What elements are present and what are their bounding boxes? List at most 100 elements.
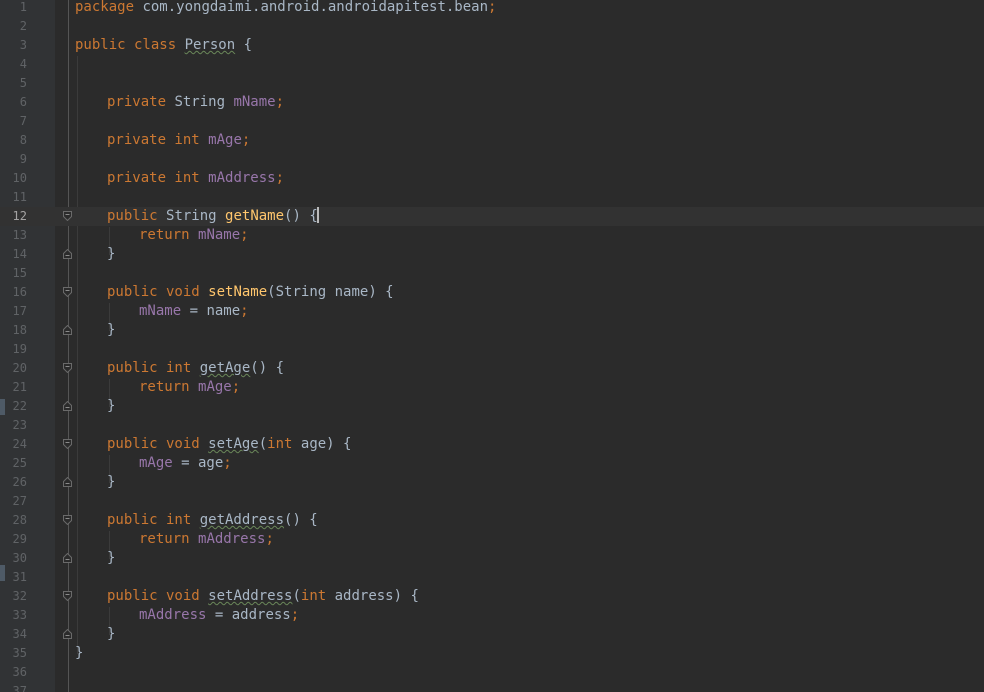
code-line[interactable]: 29 return mAddress; <box>0 530 984 549</box>
fold-end-icon[interactable] <box>63 249 72 259</box>
code-line[interactable]: 19 <box>0 340 984 359</box>
line-number[interactable]: 4 <box>0 55 27 74</box>
code-text[interactable]: public class Person { <box>75 36 252 55</box>
code-line[interactable]: 17 mName = name; <box>0 302 984 321</box>
fold-collapse-icon[interactable] <box>63 211 72 221</box>
line-number[interactable]: 36 <box>0 663 27 682</box>
line-number[interactable]: 30 <box>0 549 27 568</box>
code-text[interactable]: mAge = age; <box>139 454 232 473</box>
line-number[interactable]: 18 <box>0 321 27 340</box>
fold-end-icon[interactable] <box>63 477 72 487</box>
line-number[interactable]: 8 <box>0 131 27 150</box>
code-line[interactable]: 3 public class Person { <box>0 36 984 55</box>
code-line[interactable]: 30} <box>0 549 984 568</box>
code-text[interactable]: return mName; <box>139 226 249 245</box>
code-line[interactable]: 28 public int getAddress() { <box>0 511 984 530</box>
code-line[interactable]: 24 public void setAge(int age) { <box>0 435 984 454</box>
code-line[interactable]: 15 <box>0 264 984 283</box>
line-number[interactable]: 16 <box>0 283 27 302</box>
code-line[interactable]: 9 <box>0 150 984 169</box>
code-line[interactable]: 7 <box>0 112 984 131</box>
code-line[interactable]: 12 public String getName() { <box>0 207 984 226</box>
line-number[interactable]: 12 <box>0 207 27 226</box>
code-text[interactable]: } <box>107 321 115 340</box>
line-number[interactable]: 13 <box>0 226 27 245</box>
code-line[interactable]: 6 private String mName; <box>0 93 984 112</box>
code-text[interactable]: } <box>107 397 115 416</box>
code-line[interactable]: 8 private int mAge; <box>0 131 984 150</box>
code-line[interactable]: 11 <box>0 188 984 207</box>
code-text[interactable]: private int mAge; <box>107 131 250 150</box>
code-line[interactable]: 16 public void setName(String name) { <box>0 283 984 302</box>
code-text[interactable]: public void setAge(int age) { <box>107 435 351 454</box>
line-number[interactable]: 34 <box>0 625 27 644</box>
code-text[interactable]: mAddress = address; <box>139 606 299 625</box>
code-text[interactable]: public String getName() { <box>107 207 319 226</box>
code-line[interactable]: 27 <box>0 492 984 511</box>
code-text[interactable]: mName = name; <box>139 302 249 321</box>
line-number[interactable]: 21 <box>0 378 27 397</box>
line-number[interactable]: 11 <box>0 188 27 207</box>
code-text[interactable]: public int getAddress() { <box>107 511 318 530</box>
line-number[interactable]: 19 <box>0 340 27 359</box>
line-number[interactable]: 32 <box>0 587 27 606</box>
line-number[interactable]: 33 <box>0 606 27 625</box>
code-line[interactable]: 18} <box>0 321 984 340</box>
code-line[interactable]: 36 <box>0 663 984 682</box>
code-text[interactable]: public void setName(String name) { <box>107 283 394 302</box>
code-line[interactable]: 31 <box>0 568 984 587</box>
line-number[interactable]: 15 <box>0 264 27 283</box>
fold-collapse-icon[interactable] <box>63 439 72 449</box>
line-number[interactable]: 10 <box>0 169 27 188</box>
code-line[interactable]: 37 <box>0 682 984 692</box>
code-line[interactable]: 1 package com.yongdaimi.android.androidap… <box>0 0 984 17</box>
code-line[interactable]: 2 <box>0 17 984 36</box>
code-text[interactable]: return mAge; <box>139 378 240 397</box>
line-number[interactable]: 25 <box>0 454 27 473</box>
line-number[interactable]: 37 <box>0 682 27 692</box>
code-line[interactable]: 23 <box>0 416 984 435</box>
fold-end-icon[interactable] <box>63 553 72 563</box>
line-number[interactable]: 7 <box>0 112 27 131</box>
line-number[interactable]: 29 <box>0 530 27 549</box>
line-number[interactable]: 2 <box>0 17 27 36</box>
code-line[interactable]: 21 return mAge; <box>0 378 984 397</box>
fold-end-icon[interactable] <box>63 401 72 411</box>
line-number[interactable]: 27 <box>0 492 27 511</box>
code-line[interactable]: 22} <box>0 397 984 416</box>
code-text[interactable]: } <box>107 245 115 264</box>
code-text[interactable]: package com.yongdaimi.android.androidapi… <box>75 0 496 17</box>
line-number[interactable]: 17 <box>0 302 27 321</box>
line-number[interactable]: 14 <box>0 245 27 264</box>
line-number[interactable]: 31 <box>0 568 27 587</box>
line-number[interactable]: 9 <box>0 150 27 169</box>
code-line[interactable]: 25 mAge = age; <box>0 454 984 473</box>
code-line[interactable]: 20 public int getAge() { <box>0 359 984 378</box>
fold-collapse-icon[interactable] <box>63 591 72 601</box>
line-number[interactable]: 23 <box>0 416 27 435</box>
line-number[interactable]: 24 <box>0 435 27 454</box>
fold-end-icon[interactable] <box>63 629 72 639</box>
fold-end-icon[interactable] <box>63 325 72 335</box>
line-number[interactable]: 28 <box>0 511 27 530</box>
code-text[interactable]: } <box>75 644 83 663</box>
code-line[interactable]: 35} <box>0 644 984 663</box>
code-line[interactable]: 5 <box>0 74 984 93</box>
line-number[interactable]: 3 <box>0 36 27 55</box>
code-line[interactable]: 10 private int mAddress; <box>0 169 984 188</box>
fold-collapse-icon[interactable] <box>63 287 72 297</box>
code-line[interactable]: 34} <box>0 625 984 644</box>
line-number[interactable]: 20 <box>0 359 27 378</box>
code-text[interactable]: private int mAddress; <box>107 169 284 188</box>
code-text[interactable]: } <box>107 549 115 568</box>
code-text[interactable]: public int getAge() { <box>107 359 284 378</box>
code-editor[interactable]: 1 package com.yongdaimi.android.androidap… <box>0 0 984 692</box>
line-number[interactable]: 26 <box>0 473 27 492</box>
code-text[interactable]: return mAddress; <box>139 530 274 549</box>
line-number[interactable]: 5 <box>0 74 27 93</box>
code-text[interactable]: public void setAddress(int address) { <box>107 587 419 606</box>
line-number[interactable]: 6 <box>0 93 27 112</box>
line-number[interactable]: 1 <box>0 0 27 17</box>
line-number[interactable]: 22 <box>0 397 27 416</box>
code-text[interactable]: private String mName; <box>107 93 284 112</box>
